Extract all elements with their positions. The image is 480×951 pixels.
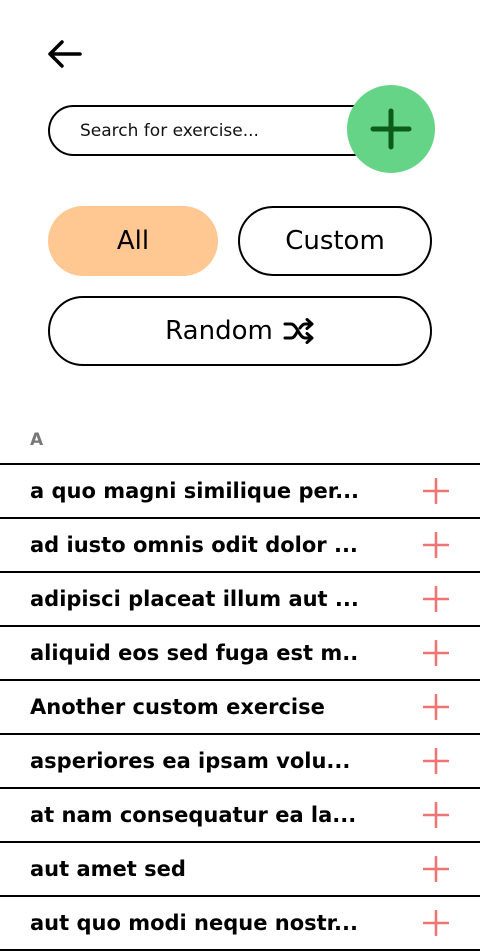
plus-icon[interactable] — [423, 910, 449, 936]
exercise-list: a quo magni similique per... ad iusto om… — [0, 463, 480, 951]
search-bar — [48, 105, 378, 156]
list-item[interactable]: at nam consequatur ea la... — [0, 789, 480, 843]
plus-icon[interactable] — [423, 802, 449, 828]
list-item[interactable]: aut quo modi neque nostr... — [0, 897, 480, 951]
plus-icon[interactable] — [423, 856, 449, 882]
search-input[interactable] — [80, 107, 340, 154]
list-item[interactable]: aut amet sed — [0, 843, 480, 897]
section-header-letter: A — [30, 430, 44, 450]
plus-icon[interactable] — [423, 586, 449, 612]
plus-icon[interactable] — [423, 640, 449, 666]
exercise-name: ad iusto omnis odit dolor ... — [30, 533, 358, 557]
exercise-name: aut quo modi neque nostr... — [30, 911, 358, 935]
exercise-name: at nam consequatur ea la... — [30, 803, 357, 827]
list-item[interactable]: ad iusto omnis odit dolor ... — [0, 519, 480, 573]
list-item[interactable]: a quo magni similique per... — [0, 465, 480, 519]
filter-custom-button[interactable]: Custom — [238, 206, 432, 276]
list-item[interactable]: Another custom exercise — [0, 681, 480, 735]
random-button[interactable]: Random — [48, 296, 432, 366]
arrow-left-icon — [48, 40, 82, 68]
filter-all-button[interactable]: All — [48, 206, 218, 276]
filter-custom-label: Custom — [285, 226, 385, 256]
plus-icon[interactable] — [423, 478, 449, 504]
list-item[interactable]: asperiores ea ipsam volu... — [0, 735, 480, 789]
plus-icon[interactable] — [423, 694, 449, 720]
exercise-name: adipisci placeat illum aut ... — [30, 587, 359, 611]
filter-all-label: All — [116, 226, 150, 256]
add-exercise-button[interactable] — [347, 85, 435, 173]
exercise-name: Another custom exercise — [30, 695, 325, 719]
plus-icon[interactable] — [423, 748, 449, 774]
list-item[interactable]: aliquid eos sed fuga est m... — [0, 627, 480, 681]
exercise-name: aut amet sed — [30, 857, 186, 881]
back-button[interactable] — [44, 34, 84, 74]
random-label: Random — [165, 316, 273, 346]
exercise-name: asperiores ea ipsam volu... — [30, 749, 351, 773]
shuffle-icon — [283, 318, 314, 344]
plus-icon[interactable] — [423, 532, 449, 558]
exercise-name: a quo magni similique per... — [30, 479, 360, 503]
list-item[interactable]: adipisci placeat illum aut ... — [0, 573, 480, 627]
plus-icon — [370, 108, 412, 150]
exercise-name: aliquid eos sed fuga est m... — [30, 641, 360, 665]
